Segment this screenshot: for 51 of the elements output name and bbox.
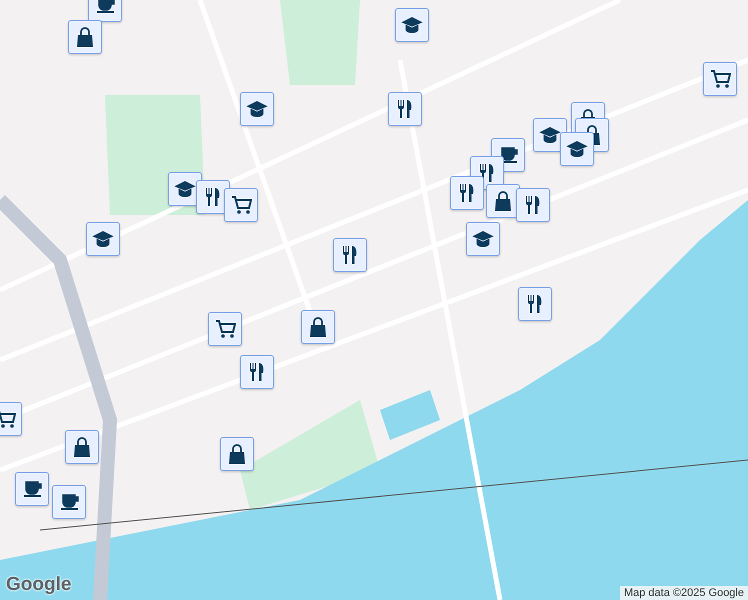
map-marker[interactable] [466,222,500,256]
graduation-cap-icon [174,181,196,197]
shopping-bag-icon [77,27,93,47]
coffee-cup-icon [96,0,114,13]
graduation-cap-icon [566,141,588,157]
graduation-cap-icon [246,101,268,117]
google-logo: Google [6,574,72,596]
fork-and-knife-icon [343,246,357,264]
fork-and-knife-icon [528,295,542,313]
shopping-cart-icon [710,70,730,88]
coffee-cup-icon [498,147,518,163]
map-marker[interactable] [560,132,594,166]
shopping-cart-icon [0,410,16,428]
map-marker[interactable] [52,485,86,519]
shopping-bag-icon [229,444,245,464]
map-marker[interactable] [450,176,484,210]
map-marker[interactable] [15,472,49,506]
map-marker[interactable] [486,184,520,218]
map-marker[interactable] [240,92,274,126]
map-attribution: Map data ©2025 Google [620,586,748,600]
map-marker[interactable] [68,20,102,54]
map-marker[interactable] [65,430,99,464]
fork-and-knife-icon [206,188,220,206]
coffee-cup-icon [60,494,78,510]
map-marker[interactable] [388,92,422,126]
map-marker[interactable] [86,222,120,256]
map-marker[interactable] [301,310,335,344]
fork-and-knife-icon [526,196,540,214]
graduation-cap-icon [539,127,561,143]
fork-and-knife-icon [460,184,474,202]
map-marker[interactable] [220,437,254,471]
graduation-cap-icon [92,231,114,247]
graduation-cap-icon [472,231,494,247]
shopping-cart-icon [214,320,236,338]
shopping-bag-icon [495,191,511,211]
map-marker[interactable] [224,188,258,222]
fork-and-knife-icon [250,363,264,381]
map-marker[interactable] [516,188,550,222]
shopping-bag-icon [310,317,326,337]
map-marker[interactable] [208,312,242,346]
fork-and-knife-icon [398,100,412,118]
map-marker[interactable] [703,62,737,96]
map-marker[interactable] [333,238,367,272]
shopping-cart-icon [230,196,252,214]
coffee-cup-icon [22,481,42,497]
map-marker[interactable] [518,287,552,321]
graduation-cap-icon [401,17,423,33]
shopping-bag-icon [74,437,90,457]
map-marker[interactable] [240,355,274,389]
map-marker[interactable] [395,8,429,42]
fork-and-knife-icon [480,164,494,182]
